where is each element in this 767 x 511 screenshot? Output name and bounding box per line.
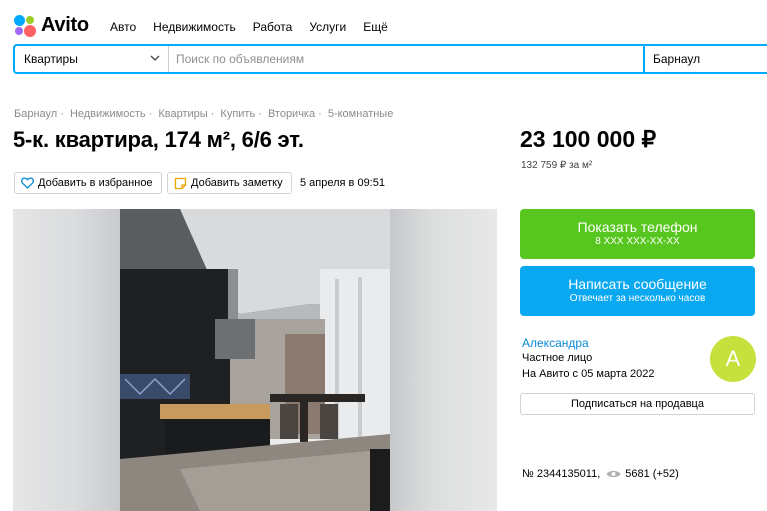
heart-icon <box>21 177 34 189</box>
logo-text: Avito <box>41 14 89 36</box>
response-time: Отвечает за несколько часов <box>569 293 706 304</box>
subscribe-seller-button[interactable]: Подписаться на продавца <box>520 393 755 415</box>
listing-meta: № 2344135011, 5681 (+52) <box>522 468 679 480</box>
nav-item-jobs[interactable]: Работа <box>253 20 293 34</box>
main-nav: Авто Недвижимость Работа Услуги Ещё <box>110 20 405 34</box>
chevron-down-icon <box>150 53 160 66</box>
photo-gallery[interactable] <box>13 209 497 511</box>
seller-name-link[interactable]: Александра <box>522 336 589 350</box>
avito-logo[interactable]: Avito <box>14 14 89 37</box>
show-phone-label: Показать телефон <box>577 219 698 235</box>
nav-item-services[interactable]: Услуги <box>309 20 346 34</box>
breadcrumb-item[interactable]: Купить <box>220 108 255 120</box>
listing-title: 5-к. квартира, 174 м², 6/6 эт. <box>13 127 304 152</box>
add-to-favorites-button[interactable]: Добавить в избранное <box>14 172 162 194</box>
show-phone-button[interactable]: Показать телефон 8 XXX XXX-XX-XX <box>520 209 755 259</box>
listing-price: 23 100 000 ₽ <box>520 126 657 152</box>
nav-item-realty[interactable]: Недвижимость <box>153 20 236 34</box>
breadcrumb-item[interactable]: Недвижимость <box>70 108 146 120</box>
search-bar: Квартиры Барнаул <box>13 44 767 74</box>
write-message-button[interactable]: Написать сообщение Отвечает за несколько… <box>520 266 755 316</box>
breadcrumb-item[interactable]: Вторичка <box>268 108 315 120</box>
listing-date: 5 апреля в 09:51 <box>300 177 385 189</box>
city-select-value: Барнаул <box>653 52 701 66</box>
views-count: 5681 (+52) <box>625 468 679 480</box>
category-select-value: Квартиры <box>24 52 78 66</box>
seller-since: На Авито с 05 марта 2022 <box>522 368 655 380</box>
gallery-blur-right <box>390 209 497 511</box>
search-input[interactable] <box>169 46 643 72</box>
add-note-button[interactable]: Добавить заметку <box>167 172 292 194</box>
price-per-sqm: 132 759 ₽ за м² <box>521 160 593 171</box>
breadcrumb-item[interactable]: Барнаул <box>14 108 57 120</box>
nav-item-more[interactable]: Ещё <box>363 20 388 34</box>
breadcrumb: Барнаул · Недвижимость · Квартиры · Купить ·… <box>14 108 394 120</box>
add-note-label: Добавить заметку <box>191 177 283 189</box>
listing-main-photo[interactable] <box>120 209 390 511</box>
phone-masked: 8 XXX XXX-XX-XX <box>595 236 680 247</box>
write-message-label: Написать сообщение <box>568 276 707 292</box>
gallery-blur-left <box>13 209 120 511</box>
category-select[interactable]: Квартиры <box>15 46 169 72</box>
breadcrumb-item[interactable]: Квартиры <box>158 108 207 120</box>
seller-avatar[interactable]: А <box>710 336 756 382</box>
breadcrumb-item[interactable]: 5-комнатные <box>328 108 393 120</box>
nav-item-auto[interactable]: Авто <box>110 20 136 34</box>
seller-type: Частное лицо <box>522 352 593 364</box>
subscribe-seller-label: Подписаться на продавца <box>571 398 704 410</box>
eye-icon <box>606 469 621 479</box>
top-bar: Avito Авто Недвижимость Работа Услуги Ещ… <box>0 0 767 44</box>
listing-id: № 2344135011, <box>522 468 601 480</box>
logo-dots-icon <box>14 14 36 37</box>
city-select[interactable]: Барнаул <box>643 46 767 72</box>
note-icon <box>174 177 187 190</box>
add-to-favorites-label: Добавить в избранное <box>38 177 153 189</box>
